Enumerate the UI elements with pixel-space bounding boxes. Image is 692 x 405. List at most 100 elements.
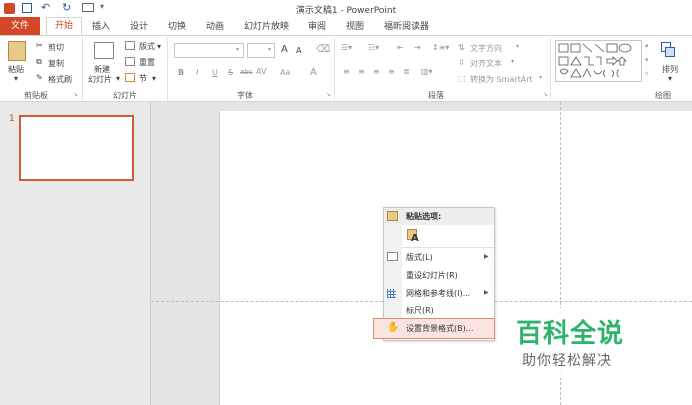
strikethrough-button[interactable]: abc [240, 68, 253, 76]
paste-options-icon [387, 211, 398, 221]
align-left-icon[interactable]: ≡ [343, 67, 350, 76]
slide-thumbnail[interactable] [19, 115, 134, 181]
convert-smartart-button[interactable]: 转换为 SmartArt [470, 74, 533, 85]
title-bar: ↶ ↻ ▾ 演示文稿1 - PowerPoint [0, 0, 692, 17]
text-direction-icon[interactable]: ⇅ [458, 43, 465, 52]
format-painter-button[interactable]: 格式刷 [48, 74, 72, 85]
ribbon-separator [82, 38, 83, 100]
paste-options-label: 粘贴选项: [406, 212, 442, 221]
menu-item-reset-slide[interactable]: 重设幻灯片(R) [406, 270, 458, 281]
keep-text-only-paste-icon[interactable]: A [406, 229, 420, 245]
font-name-dropdown-icon[interactable]: ▾ [236, 46, 239, 53]
watermark-title: 百科全说 [516, 319, 625, 349]
tab-review[interactable]: 审阅 [308, 20, 326, 34]
clipboard-launcher-icon[interactable]: ↘ [73, 91, 78, 98]
line-spacing-icon[interactable]: ↕≡▾ [432, 43, 449, 52]
underline-button[interactable]: U [212, 68, 218, 77]
format-painter-icon[interactable]: ✎ [36, 73, 43, 82]
new-slide-dropdown-icon[interactable]: ▾ [116, 74, 120, 83]
arrange-dropdown-icon[interactable]: ▾ [668, 74, 672, 83]
font-launcher-icon[interactable]: ↘ [326, 91, 331, 98]
tab-animations[interactable]: 动画 [206, 20, 224, 34]
text-direction-button[interactable]: 文字方向 [470, 43, 502, 54]
shapes-gallery-icons [558, 43, 632, 78]
bold-button[interactable]: B [178, 68, 184, 77]
align-text-dropdown-icon[interactable]: ▾ [511, 58, 514, 65]
paste-icon[interactable] [8, 41, 26, 61]
paste-dropdown-icon[interactable]: ▾ [14, 74, 18, 83]
columns-icon[interactable]: ▥▾ [421, 67, 433, 76]
ribbon-separator [334, 38, 335, 100]
watermark-subtitle: 助你轻松解决 [522, 353, 612, 369]
increase-indent-icon[interactable]: ⇥ [414, 43, 421, 52]
shapes-scroll-up-icon[interactable]: ▴ [645, 41, 649, 49]
paragraph-group-label: 段落 [428, 91, 444, 100]
align-text-icon[interactable]: ⇳ [458, 58, 465, 67]
tab-slideshow[interactable]: 幻灯片放映 [244, 20, 289, 34]
arrange-icon[interactable] [661, 42, 675, 58]
shadow-button[interactable]: S [228, 68, 233, 77]
menu-item-format-background[interactable]: 设置背景格式(B)... [406, 323, 473, 334]
font-group-label: 字体 [237, 91, 253, 100]
tab-transitions[interactable]: 切换 [168, 20, 186, 34]
cut-icon[interactable]: ✂ [36, 41, 43, 50]
section-icon [125, 73, 135, 82]
clear-formatting-icon[interactable]: ⌫ [316, 44, 330, 55]
format-background-icon: ✋ [387, 322, 400, 333]
layout-menu-icon [387, 252, 398, 261]
copy-icon[interactable]: ⧉ [36, 57, 42, 67]
smartart-icon[interactable]: ⬚ [458, 74, 466, 83]
align-center-icon[interactable]: ≡ [358, 67, 365, 76]
grow-font-button[interactable]: A [281, 44, 288, 55]
align-right-icon[interactable]: ≡ [373, 67, 380, 76]
ribbon-separator [167, 38, 168, 100]
thumbnail-number: 1 [9, 114, 15, 124]
text-direction-dropdown-icon[interactable]: ▾ [516, 43, 519, 50]
font-color-icon[interactable]: A [310, 67, 317, 78]
menu-item-layout[interactable]: 版式(L) [406, 252, 433, 263]
window-title: 演示文稿1 - PowerPoint [295, 6, 397, 16]
tab-file[interactable]: 文件 [0, 17, 40, 35]
menu-item-grid-guides[interactable]: 网格和参考线(I)... [406, 288, 470, 299]
distributed-icon[interactable]: ≣ [403, 67, 410, 76]
align-text-button[interactable]: 对齐文本 [470, 58, 502, 69]
ribbon-separator [550, 38, 551, 100]
slides-group-label: 幻灯片 [113, 91, 137, 100]
menu-item-ruler[interactable]: 标尺(R) [406, 305, 434, 316]
layout-button[interactable]: 版式 [139, 41, 155, 52]
bullets-icon[interactable]: ☰▾ [341, 43, 352, 52]
shapes-scroll-down-icon[interactable]: ▾ [645, 56, 649, 64]
section-button[interactable]: 节 [139, 73, 147, 84]
decrease-indent-icon[interactable]: ⇤ [397, 43, 404, 52]
tab-home[interactable]: 开始 [46, 17, 82, 35]
cut-button[interactable]: 剪切 [48, 42, 64, 53]
clipboard-group-label: 剪贴板 [24, 91, 48, 100]
tab-foxit-reader[interactable]: 福昕阅读器 [384, 20, 429, 34]
copy-button[interactable]: 复制 [48, 58, 64, 69]
new-slide-icon[interactable] [94, 42, 114, 59]
change-case-button[interactable]: Aa [280, 68, 290, 77]
grid-icon [387, 289, 396, 298]
section-dropdown-icon[interactable]: ▾ [152, 74, 156, 83]
menu-separator [402, 247, 494, 248]
font-name-combobox[interactable] [174, 43, 244, 58]
italic-button[interactable]: I [196, 68, 198, 77]
layout-dropdown-icon[interactable]: ▾ [157, 42, 161, 51]
reset-button[interactable]: 重置 [139, 57, 155, 68]
justify-icon[interactable]: ≡ [388, 67, 395, 76]
numbering-icon[interactable]: ☷▾ [368, 43, 379, 52]
tab-insert[interactable]: 插入 [92, 20, 110, 34]
font-size-dropdown-icon[interactable]: ▾ [268, 46, 271, 53]
shapes-more-icon[interactable]: ▿ [645, 70, 649, 78]
arrange-icon-front [665, 47, 675, 57]
tab-design[interactable]: 设计 [130, 20, 148, 34]
layout-icon [125, 41, 135, 50]
tab-view[interactable]: 视图 [346, 20, 364, 34]
paragraph-launcher-icon[interactable]: ↘ [543, 91, 548, 98]
smartart-dropdown-icon[interactable]: ▾ [539, 74, 542, 81]
new-slide-label[interactable]: 幻灯片 [88, 74, 112, 85]
character-spacing-icon[interactable]: AV [256, 67, 266, 76]
shrink-font-button[interactable]: A [296, 46, 301, 55]
submenu-arrow-icon: ▶ [484, 253, 489, 260]
shapes-gallery[interactable] [555, 40, 642, 82]
